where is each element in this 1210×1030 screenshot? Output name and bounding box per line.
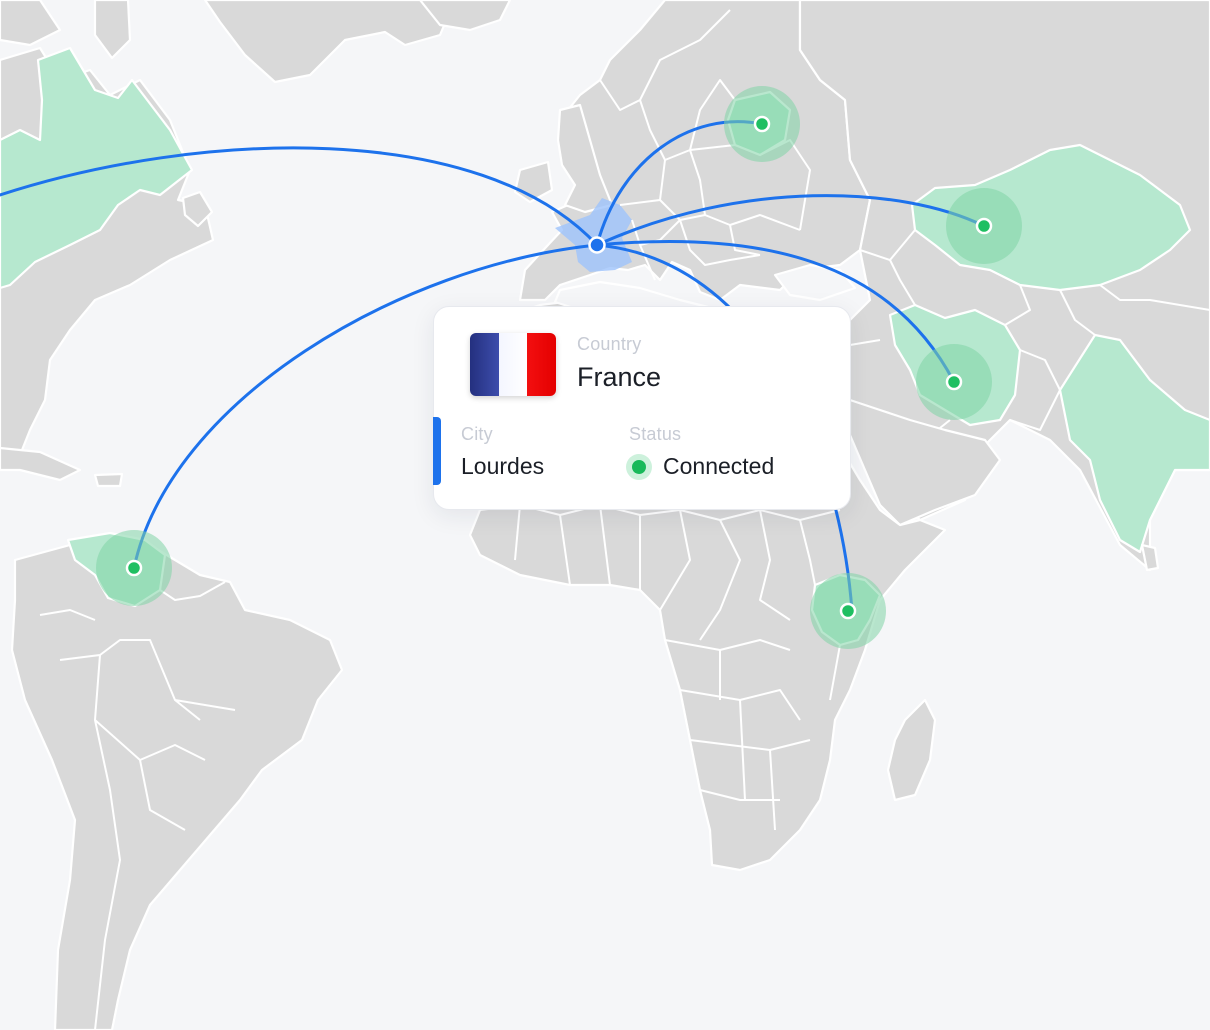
arctic-island: [0, 0, 62, 47]
madagascar: [886, 698, 937, 802]
location-card: Country France City Lourdes Status Conne…: [433, 306, 851, 510]
origin-node-france[interactable]: [588, 236, 606, 254]
node-iran[interactable]: [945, 373, 963, 391]
country-value: France: [577, 362, 662, 392]
status-dot-icon: [626, 454, 652, 480]
node-kenya[interactable]: [839, 602, 857, 620]
hispaniola: [93, 472, 124, 488]
status-value: Connected: [663, 453, 775, 479]
greenland: [203, 0, 457, 84]
node-kazakhstan[interactable]: [975, 217, 993, 235]
arctic-island: [93, 0, 132, 60]
node-venezuela[interactable]: [125, 559, 143, 577]
city-value: Lourdes: [461, 453, 545, 479]
card-accent-bar: [433, 417, 441, 485]
cuba: [0, 446, 82, 482]
status-label: Status: [629, 424, 682, 444]
city-label: City: [461, 424, 493, 444]
world-map: [0, 0, 1210, 1030]
country-label: Country: [577, 334, 642, 354]
node-belarus[interactable]: [753, 115, 771, 133]
france-flag-icon: [470, 333, 556, 396]
south-america: [10, 531, 344, 1030]
